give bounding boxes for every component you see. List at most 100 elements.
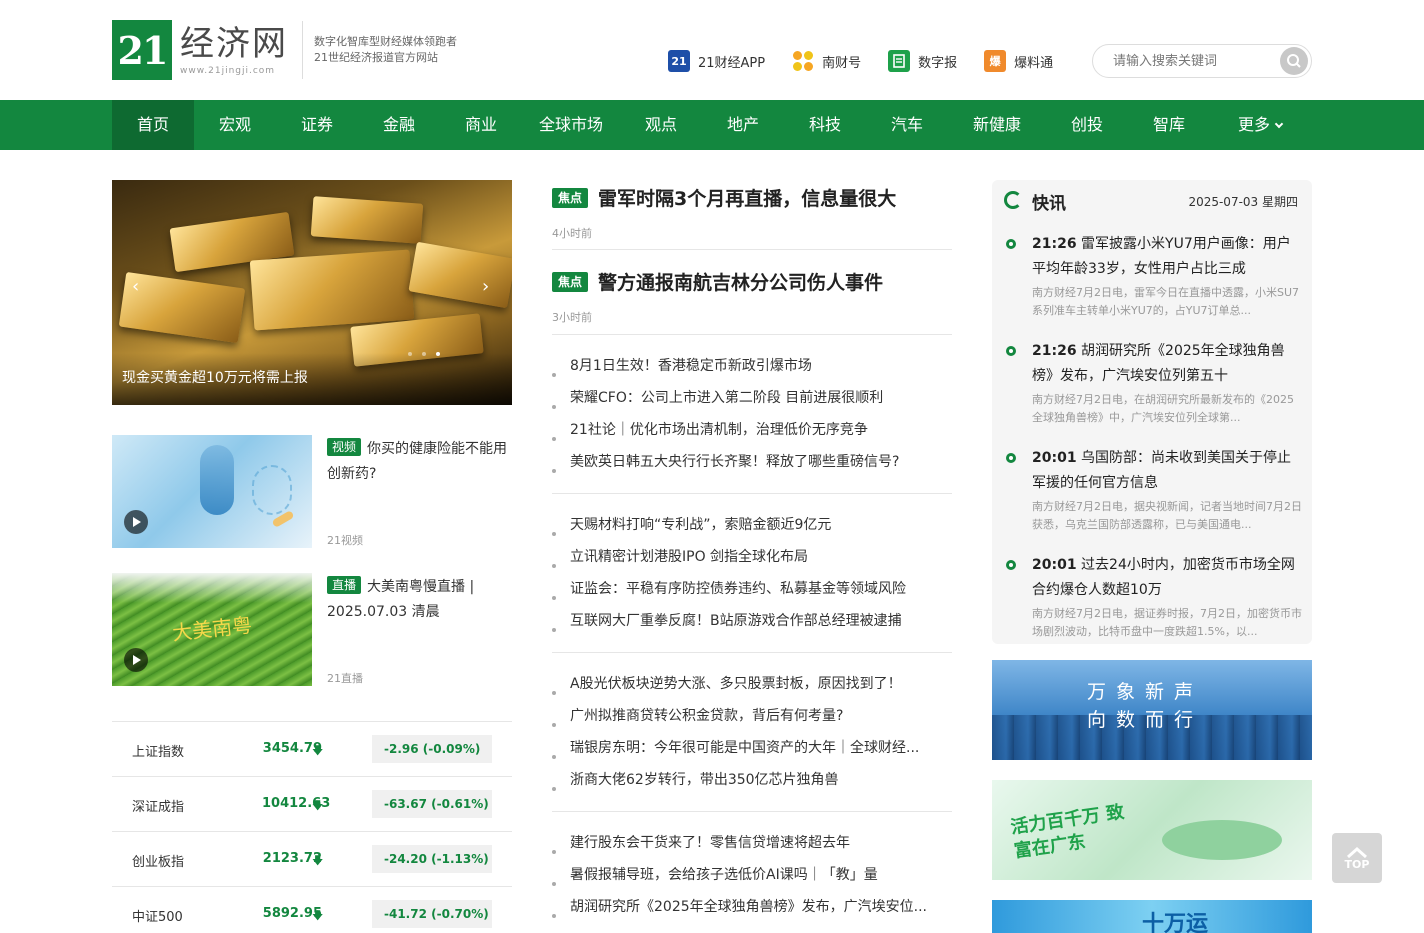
chevron-up-icon	[1347, 846, 1367, 858]
news-item[interactable]: 天赐材料打响“专利战”，索赔金额近9亿元	[552, 517, 831, 533]
news-item[interactable]: 荣耀CFO：公司上市进入第二阶段 目前进展很顺利	[552, 390, 883, 406]
flash-time: 20:01	[1032, 450, 1077, 466]
banner-carousel[interactable]: ‹ › 现金买黄金超10万元将需上报	[112, 180, 512, 405]
stock-change-pct: (-1.13%)	[431, 852, 489, 866]
link-label: 南财号	[822, 55, 862, 71]
news-item[interactable]: 瑞银房东明：今年很可能是中国资产的大年｜全球财经...	[552, 740, 919, 756]
timeline-dot-icon	[1006, 239, 1016, 249]
flash-item-title[interactable]: 20:01 过去24小时内，加密货币市场全网合约爆仓人数超10万	[1032, 553, 1304, 603]
video-tag: 视频	[327, 438, 362, 456]
nav-item-3[interactable]: 金融	[358, 100, 440, 150]
carousel-prev-icon[interactable]: ‹	[132, 276, 139, 297]
nav-item-8[interactable]: 科技	[784, 100, 866, 150]
live-source: 21直播	[327, 672, 363, 685]
nav-item-2[interactable]: 证券	[276, 100, 358, 150]
nav-item-11[interactable]: 创投	[1046, 100, 1128, 150]
search-button[interactable]	[1280, 47, 1308, 75]
link-label: 数字报	[918, 55, 958, 71]
flash-time: 21:26	[1032, 343, 1077, 359]
stock-index-list: 上证指数 3454.79 🡇 -2.96 (-0.09%) 深证成指 10412.63 🡇 -…	[112, 721, 512, 933]
nav-item-13[interactable]: 更多	[1210, 100, 1310, 150]
nav-item-1[interactable]: 宏观	[194, 100, 276, 150]
news-item[interactable]: 证监会：平稳有序防控债券违约、私募基金等领域风险	[552, 581, 906, 597]
news-item[interactable]: 美欧英日韩五大央行行长齐聚！释放了哪些重磅信号?	[552, 454, 899, 470]
nav-item-6[interactable]: 观点	[620, 100, 702, 150]
stock-change: -63.67 (-0.61%)	[372, 790, 492, 818]
news-item[interactable]: 建行股东会干货来了！零售信贷增速将超去年	[552, 835, 850, 851]
banner-caption[interactable]: 现金买黄金超10万元将需上报	[122, 367, 308, 387]
video-card-text: 视频 你买的健康险能不能用创新药?	[327, 437, 512, 487]
news-item[interactable]: 浙商大佬62岁转行，带出350亿芯片独角兽	[552, 772, 839, 788]
link-nancai[interactable]: 南财号	[792, 50, 861, 72]
news-item[interactable]: 互联网大厂重拳反腐！B站原游戏合作部总经理被逮捕	[552, 613, 902, 629]
flash-item-desc: 南方财经7月2日电，据央视新闻，记者当地时间7月2日获悉，乌克兰国防部透露称，已…	[1032, 500, 1302, 531]
flash-item-title[interactable]: 20:01 乌国防部：尚未收到美国关于停止军援的任何官方信息	[1032, 446, 1304, 496]
ad-banner-games[interactable]: 十万运	[992, 900, 1312, 933]
back-to-top-button[interactable]: TOP	[1332, 833, 1382, 883]
play-icon[interactable]	[124, 510, 148, 534]
ad-banner-city[interactable]: 万象新声 向数而行	[992, 660, 1312, 760]
stock-row[interactable]: 上证指数 3454.79 🡇 -2.96 (-0.09%)	[112, 721, 512, 776]
news-item[interactable]: 广州拟推商贷转公积金贷款，背后有何考量?	[552, 708, 843, 724]
logo-divider	[302, 21, 303, 79]
link-digital-paper[interactable]: 数字报	[888, 50, 957, 72]
site-header: 21 经济网 www.21jingji.com 数字化智库型财经媒体领跑者 21…	[0, 0, 1424, 100]
link-label: 爆料通	[1014, 55, 1054, 71]
focus-title[interactable]: 警方通报南航吉林分公司伤人事件	[598, 268, 883, 295]
search-input[interactable]	[1113, 46, 1273, 76]
nav-item-12[interactable]: 智库	[1128, 100, 1210, 150]
news-item[interactable]: 8月1日生效！香港稳定币新政引爆市场	[552, 358, 812, 374]
nav-item-5[interactable]: 全球市场	[522, 100, 620, 150]
news-item[interactable]: 21社论｜优化市场出清机制，治理低价无序竞争	[552, 422, 868, 438]
live-thumbnail[interactable]: 大美南粤	[112, 573, 312, 686]
stock-row[interactable]: 创业板指 2123.72 🡇 -24.20 (-1.13%)	[112, 831, 512, 886]
stock-change-value: -2.96	[384, 742, 419, 756]
nav-item-9[interactable]: 汽车	[866, 100, 948, 150]
news-item[interactable]: 立讯精密计划港股IPO 剑指全球化布局	[552, 549, 808, 565]
news-item[interactable]: A股光伏板块逆势大涨、多只股票封板，原因找到了！	[552, 676, 902, 692]
flash-item-title[interactable]: 21:26 雷军披露小米YU7用户画像：用户平均年龄33岁，女性用户占比三成	[1032, 232, 1304, 282]
focus-title[interactable]: 雷军时隔3个月再直播，信息量很大	[598, 184, 896, 211]
logo-text: 经济网 www.21jingji.com	[180, 24, 288, 76]
ad-guangdong-text: 活力百千万 致富在广东	[1009, 801, 1126, 863]
timeline-dot-icon	[1006, 346, 1016, 356]
stock-change-value: -63.67	[384, 797, 427, 811]
stock-change-value: -41.72	[384, 907, 427, 921]
focus-title-row: 焦点 雷军时隔3个月再直播，信息量很大	[552, 184, 952, 211]
ad-banner-guangdong[interactable]: 活力百千万 致富在广东	[992, 780, 1312, 880]
link-tipoff[interactable]: 爆 爆料通	[984, 50, 1053, 72]
link-21-app[interactable]: 21 21财经APP	[668, 50, 765, 72]
stock-row[interactable]: 中证500 5892.95 🡇 -41.72 (-0.70%)	[112, 886, 512, 933]
site-logo[interactable]: 21 经济网 www.21jingji.com	[112, 20, 303, 80]
stock-change: -41.72 (-0.70%)	[372, 900, 492, 928]
nav-item-0[interactable]: 首页	[112, 100, 194, 150]
flash-title[interactable]: 快讯	[1032, 189, 1066, 214]
ad-games-text: 十万运	[1142, 912, 1209, 933]
flash-item-title[interactable]: 21:26 胡润研究所《2025年全球独角兽榜》发布，广汽埃安位列第五十	[1032, 339, 1304, 389]
nav-item-4[interactable]: 商业	[440, 100, 522, 150]
video-source: 21视频	[327, 534, 363, 547]
stock-row[interactable]: 深证成指 10412.63 🡇 -63.67 (-0.61%)	[112, 776, 512, 831]
news-item[interactable]: 暑假报辅导班，会给孩子选低价AI课吗｜「教」量	[552, 867, 878, 883]
slogan-line1: 数字化智库型财经媒体领跑者	[314, 35, 457, 48]
focus-time: 3小时前	[552, 311, 592, 324]
play-icon[interactable]	[124, 648, 148, 672]
nav-item-7[interactable]: 地产	[702, 100, 784, 150]
timeline-dot-icon	[1006, 453, 1016, 463]
stock-name: 深证成指	[132, 800, 185, 815]
news-list: 建行股东会干货来了！零售信贷增速将超去年暑假报辅导班，会给孩子选低价AI课吗｜「…	[552, 827, 952, 923]
stock-change-pct: (-0.70%)	[431, 907, 489, 921]
focus-time: 4小时前	[552, 227, 592, 240]
back-to-top-label: TOP	[1344, 857, 1370, 871]
nancai-icon	[792, 50, 814, 72]
focus-headline[interactable]: 焦点 警方通报南航吉林分公司伤人事件 3小时前	[552, 268, 952, 325]
live-card[interactable]: 大美南粤 直播 大美南粤慢直播 | 2025.07.03 清晨 21直播	[112, 573, 512, 686]
focus-headline[interactable]: 焦点 雷军时隔3个月再直播，信息量很大 4小时前	[552, 184, 952, 241]
carousel-next-icon[interactable]: ›	[482, 276, 489, 297]
video-card[interactable]: 视频 你买的健康险能不能用创新药? 21视频	[112, 435, 512, 548]
news-item[interactable]: 胡润研究所《2025年全球独角兽榜》发布，广汽埃安位...	[552, 899, 927, 915]
search-icon	[1287, 54, 1301, 68]
nav-item-10[interactable]: 新健康	[948, 100, 1046, 150]
video-thumbnail[interactable]	[112, 435, 312, 548]
divider	[552, 652, 952, 653]
